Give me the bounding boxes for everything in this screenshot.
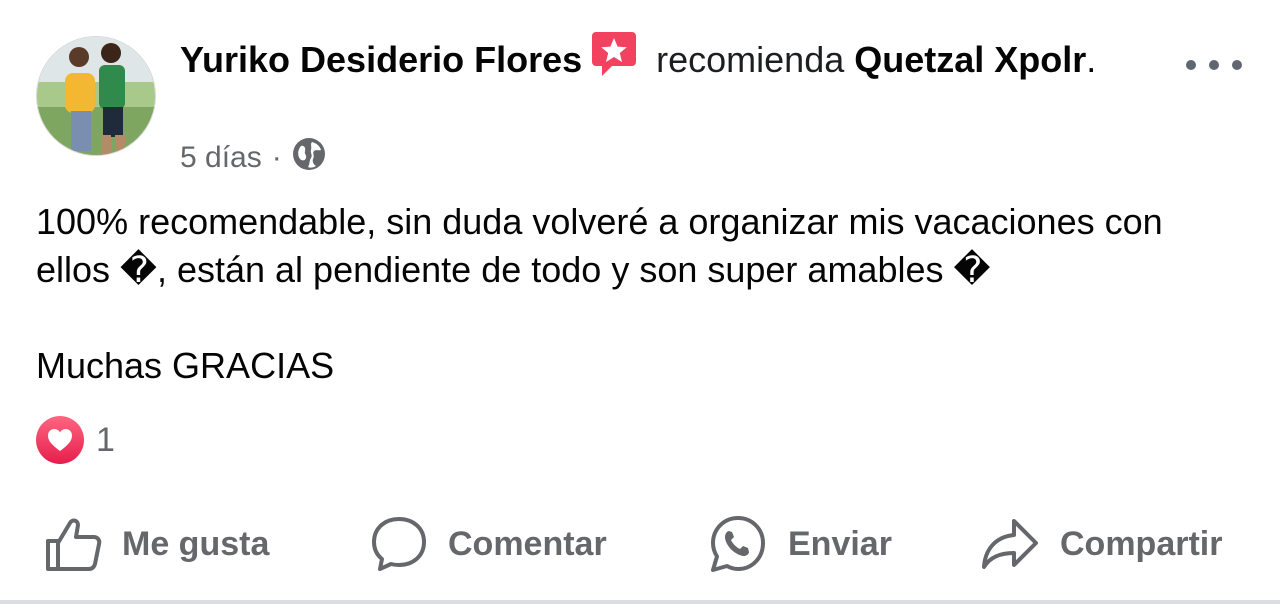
comment-button[interactable]: Comentar — [370, 508, 607, 580]
post-body: 100% recomendable, sin duda volveré a or… — [36, 198, 1246, 390]
reaction-count: 1 — [96, 420, 115, 459]
like-label: Me gusta — [122, 524, 270, 563]
post-body-line: Muchas GRACIAS — [36, 345, 335, 386]
author-name[interactable]: Yuriko Desiderio Flores — [180, 39, 582, 80]
recommends-text: recomienda — [656, 39, 845, 80]
share-label: Compartir — [1060, 524, 1223, 563]
globe-icon — [292, 137, 326, 179]
share-arrow-icon — [982, 519, 1038, 569]
thumbs-up-icon — [46, 518, 102, 571]
page-name[interactable]: Quetzal Xpolr — [854, 39, 1086, 80]
timestamp[interactable]: 5 días — [180, 141, 262, 175]
post-header: Yuriko Desiderio Flores recomienda Quetza… — [180, 30, 1100, 91]
heart-reaction-icon — [36, 416, 84, 464]
more-options-icon[interactable] — [1186, 50, 1242, 80]
reactions-summary[interactable]: 1 — [36, 416, 115, 464]
like-button[interactable]: Me gusta — [44, 508, 269, 580]
period: . — [1086, 39, 1097, 80]
comment-label: Comentar — [448, 524, 607, 563]
avatar[interactable] — [36, 36, 156, 156]
whatsapp-icon — [711, 516, 765, 572]
avatar-photo — [37, 37, 155, 155]
recommendation-icon — [590, 30, 638, 91]
send-label: Enviar — [788, 524, 892, 563]
comment-bubble-icon — [372, 517, 426, 571]
post-body-line: 100% recomendable, sin duda volveré a or… — [36, 201, 1173, 290]
action-bar: Me gusta Comentar Enviar Compartir — [0, 508, 1280, 580]
share-button[interactable]: Compartir — [980, 508, 1222, 580]
meta-separator: · — [271, 141, 282, 174]
send-button[interactable]: Enviar — [708, 508, 892, 580]
post-meta: 5 días · — [180, 138, 326, 178]
divider — [0, 600, 1280, 604]
